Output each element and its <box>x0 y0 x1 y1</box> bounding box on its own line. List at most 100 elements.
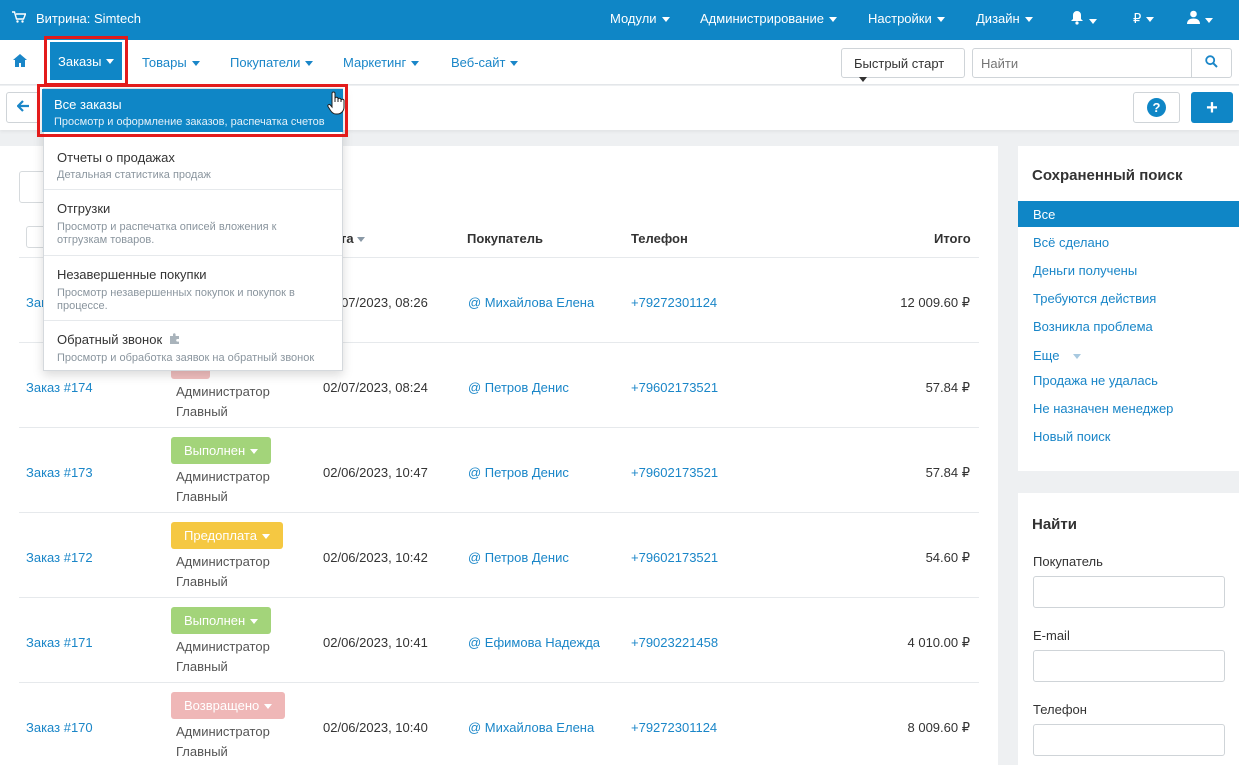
chevron-down-icon <box>191 61 200 67</box>
order-date: 02/06/2023, 10:41 <box>323 635 428 650</box>
phone-field[interactable] <box>1033 724 1225 756</box>
phone-link[interactable]: +79023221458 <box>631 635 718 650</box>
order-total: 4 010.00 ₽ <box>907 635 971 650</box>
saved-search-failed[interactable]: Продажа не удалась <box>1018 367 1239 393</box>
manager-line-2: Главный <box>176 659 228 674</box>
nav-tab-customers[interactable]: Покупатели <box>230 55 314 70</box>
menu-design[interactable]: Дизайн <box>976 11 1033 26</box>
customer-link[interactable]: @ Михайлова Елена <box>468 720 594 735</box>
phone-link[interactable]: +79602173521 <box>631 380 718 395</box>
menu-administration[interactable]: Администрирование <box>700 11 837 26</box>
search-input[interactable] <box>973 49 1191 77</box>
manager-name: Администратор Главный <box>176 552 270 592</box>
order-link[interactable]: Заказ #174 <box>26 380 93 395</box>
manager-line-2: Главный <box>176 744 228 759</box>
phone-link[interactable]: +79272301124 <box>631 295 717 310</box>
status-badge[interactable]: Возвращено <box>171 692 286 719</box>
saved-search-more[interactable]: Еще <box>1018 342 1239 368</box>
saved-search-all[interactable]: Все <box>1018 201 1239 227</box>
chevron-down-icon <box>859 77 867 83</box>
chevron-down-icon <box>250 619 259 625</box>
email-field[interactable] <box>1033 650 1225 682</box>
plus-icon: + <box>1206 96 1218 119</box>
customer-link[interactable]: @ Петров Денис <box>468 380 569 395</box>
saved-search-problem[interactable]: Возникла проблема <box>1018 313 1239 339</box>
column-header-customer[interactable]: Покупатель <box>467 231 543 246</box>
status-badge[interactable]: Предоплата <box>171 522 283 549</box>
column-header-date[interactable]: та <box>340 231 365 246</box>
customer-link[interactable]: @ Петров Денис <box>468 550 569 565</box>
chevron-down-icon <box>1024 17 1033 23</box>
nav-tab-orders[interactable]: Заказы <box>44 36 128 86</box>
chevron-down-icon <box>411 61 420 67</box>
status-badge[interactable]: Выполнен <box>171 607 272 634</box>
table-row: Заказ #173 Выполнен Администратор Главный 02… <box>0 428 998 513</box>
status-badge[interactable]: Выполнен <box>171 437 272 464</box>
quick-start-button[interactable]: Быстрый старт <box>841 48 965 83</box>
saved-search-new[interactable]: Новый поиск <box>1018 423 1239 449</box>
bell-icon <box>1070 11 1084 28</box>
customer-label: Покупатель <box>1033 554 1103 569</box>
customer-link[interactable]: @ Петров Денис <box>468 465 569 480</box>
chevron-down-icon <box>1146 17 1155 23</box>
phone-link[interactable]: +79602173521 <box>631 550 718 565</box>
chevron-down-icon <box>661 17 670 23</box>
status-label: Предоплата <box>184 528 257 543</box>
find-panel: Найти Покупатель E-mail Телефон <box>1018 493 1239 765</box>
puzzle-icon <box>169 333 181 348</box>
back-button[interactable] <box>6 92 40 123</box>
currency-menu[interactable]: ₽ <box>1133 11 1155 27</box>
saved-search-no-manager[interactable]: Не назначен менеджер <box>1018 395 1239 421</box>
saved-search-completed[interactable]: Всё сделано <box>1018 229 1239 255</box>
menu-item-sales-reports[interactable]: Отчеты о продажах Детальная статистика п… <box>44 141 342 189</box>
manager-line-1: Администратор <box>176 554 270 569</box>
user-menu[interactable] <box>1187 10 1213 27</box>
search-box <box>972 48 1232 78</box>
find-title: Найти <box>1032 516 1077 533</box>
order-date: 02/06/2023, 10:40 <box>323 720 428 735</box>
menu-item-callback[interactable]: Обратный звонок Просмотр и обработка зая… <box>44 321 342 371</box>
home-icon[interactable] <box>13 54 27 68</box>
order-link[interactable]: Заказ #172 <box>26 550 93 565</box>
order-total: 12 009.60 ₽ <box>900 295 970 310</box>
menu-item-abandoned-carts[interactable]: Незавершенные покупки Просмотр незаверше… <box>44 256 342 320</box>
chevron-down-icon <box>828 17 837 23</box>
column-header-phone[interactable]: Телефон <box>631 231 688 246</box>
saved-search-paid[interactable]: Деньги получены <box>1018 257 1239 283</box>
customer-link[interactable]: @ Михайлова Елена <box>468 295 594 310</box>
chevron-down-icon <box>1089 19 1097 25</box>
table-row: Заказ #170 Возвращено Администратор Главный… <box>0 683 998 765</box>
order-link[interactable]: Заказ #171 <box>26 635 93 650</box>
order-total: 54.60 ₽ <box>925 550 970 565</box>
order-link[interactable]: Заказ #170 <box>26 720 93 735</box>
menu-modules[interactable]: Модули <box>610 11 670 26</box>
table-row: Заказ #171 Выполнен Администратор Главный 02… <box>0 598 998 683</box>
saved-search-action-required[interactable]: Требуются действия <box>1018 285 1239 311</box>
search-button[interactable] <box>1191 49 1231 77</box>
menu-item-shipments[interactable]: Отгрузки Просмотр и распечатка описей вл… <box>44 190 342 254</box>
status-label: Выполнен <box>184 613 246 628</box>
nav-tab-products[interactable]: Товары <box>142 55 200 70</box>
table-row: Заказ #172 Предоплата Администратор Главный… <box>0 513 998 598</box>
column-header-total[interactable]: Итого <box>934 231 971 246</box>
status-label: Выполнен <box>184 443 246 458</box>
nav-tab-marketing[interactable]: Маркетинг <box>343 55 420 70</box>
store-switcher[interactable]: Витрина: Simtech <box>12 11 141 26</box>
order-date: 02/06/2023, 10:42 <box>323 550 428 565</box>
chevron-down-icon <box>261 534 270 540</box>
order-total: 8 009.60 ₽ <box>907 720 971 735</box>
menu-item-all-orders[interactable]: Все заказы Просмотр и оформление заказов… <box>37 84 348 137</box>
phone-link[interactable]: +79602173521 <box>631 465 718 480</box>
search-icon <box>1205 55 1218 71</box>
order-link[interactable]: Заказ #173 <box>26 465 93 480</box>
menu-settings[interactable]: Настройки <box>868 11 945 26</box>
notifications-menu[interactable] <box>1070 10 1097 28</box>
add-order-button[interactable]: + <box>1191 92 1233 123</box>
customer-field[interactable] <box>1033 576 1225 608</box>
manager-name: Администратор Главный <box>176 382 270 422</box>
help-button[interactable]: ? <box>1133 92 1180 123</box>
customer-link[interactable]: @ Ефимова Надежда <box>468 635 600 650</box>
phone-link[interactable]: +79272301124 <box>631 720 717 735</box>
nav-tab-website[interactable]: Веб-сайт <box>451 55 519 70</box>
saved-search-panel: Сохраненный поиск Все Всё сделано Деньги… <box>1018 146 1239 471</box>
